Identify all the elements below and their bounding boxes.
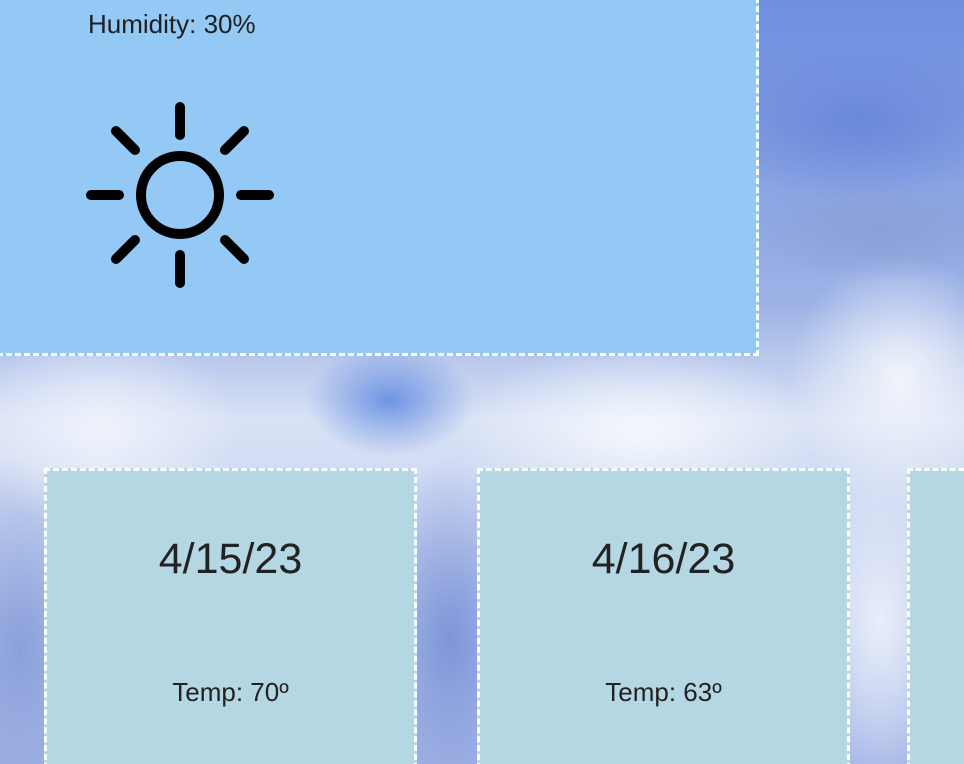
forecast-date: 4/15/23 xyxy=(158,535,303,583)
sun-icon xyxy=(80,95,280,295)
forecast-temp: Temp: 63º xyxy=(605,677,722,707)
humidity-text: Humidity: 30% xyxy=(88,9,256,39)
forecast-temp: Temp: 70º xyxy=(172,677,289,707)
current-weather-card: Humidity: 30% xyxy=(0,0,759,356)
forecast-card xyxy=(907,468,964,764)
forecast-card: 4/15/23 Temp: 70º xyxy=(44,468,417,764)
forecast-card: 4/16/23 Temp: 63º xyxy=(477,468,850,764)
forecast-date: 4/16/23 xyxy=(591,535,736,583)
